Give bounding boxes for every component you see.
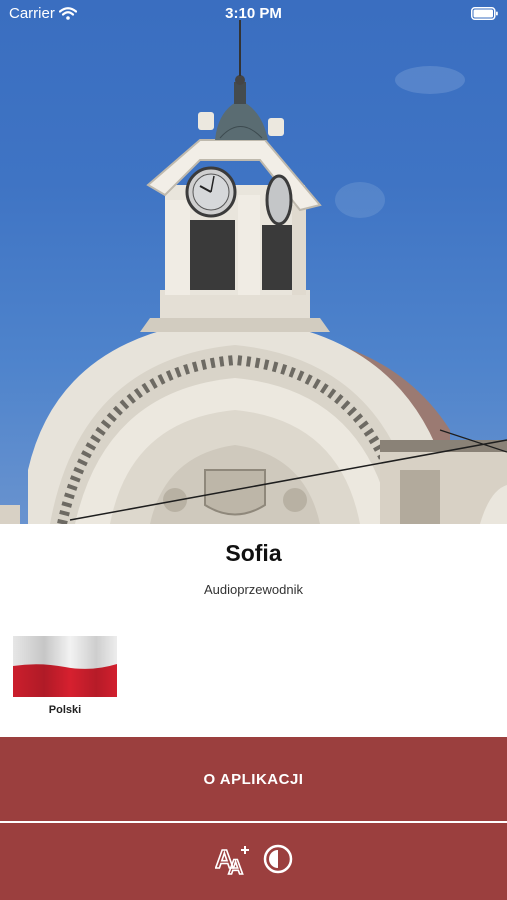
accessibility-bar: A A <box>0 823 507 900</box>
text-size-icon[interactable]: A A <box>214 842 253 881</box>
language-option-polski[interactable]: Polski <box>13 636 117 716</box>
status-bar: Carrier 3:10 PM <box>0 0 507 28</box>
battery-icon <box>471 7 498 20</box>
page-subtitle: Audioprzewodnik <box>203 582 303 597</box>
about-app-button[interactable]: O APLIKACJI <box>0 737 507 821</box>
contrast-icon[interactable] <box>263 844 293 879</box>
clock-tower-photo <box>0 20 507 524</box>
svg-text:A: A <box>228 856 243 876</box>
page-title: Sofia <box>225 540 282 566</box>
poland-flag-icon <box>13 636 117 697</box>
hero-image: Carrier 3:10 PM <box>0 0 507 524</box>
status-time: 3:10 PM <box>225 5 282 22</box>
language-label: Polski <box>48 704 82 716</box>
